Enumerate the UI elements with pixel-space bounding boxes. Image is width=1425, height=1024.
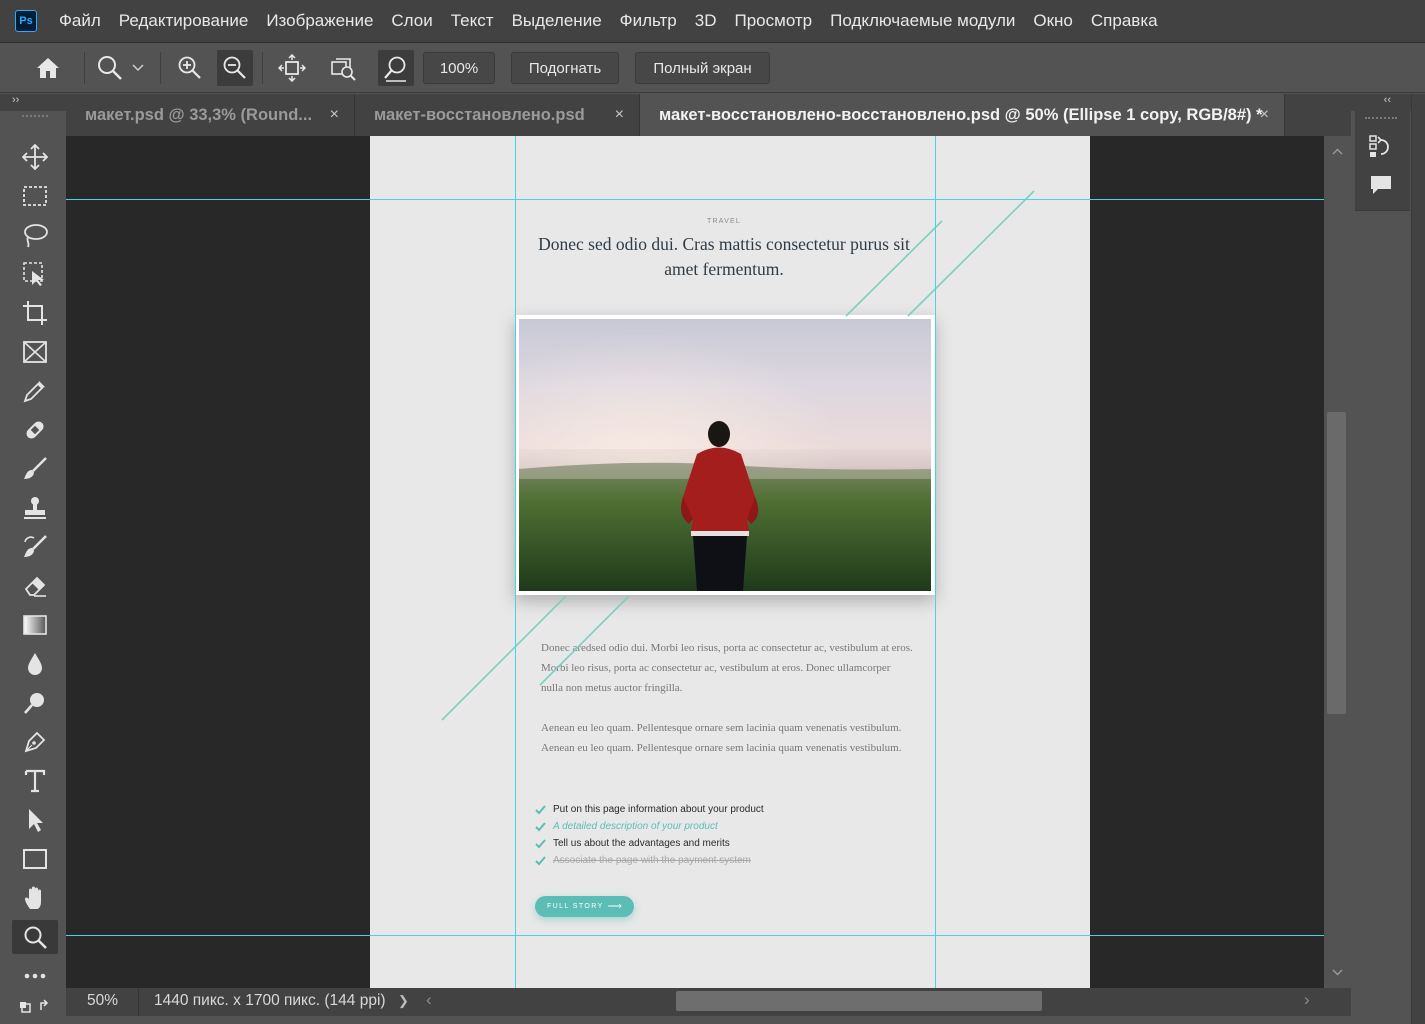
photoshop-logo: Ps — [15, 10, 37, 32]
more-tools-icon[interactable] — [12, 959, 58, 993]
fit-screen-button[interactable]: Подогнать — [511, 52, 619, 84]
guide-vertical — [935, 136, 936, 988]
tab-label: макет.psd @ 33,3% (Round... — [85, 105, 313, 124]
zoom-in-icon[interactable] — [172, 50, 208, 86]
frame-tool-icon[interactable] — [12, 335, 58, 369]
zoom-level[interactable]: 50% — [87, 992, 118, 1010]
rectangle-tool-icon[interactable] — [12, 842, 58, 876]
tools-panel — [10, 111, 60, 1024]
close-icon[interactable]: × — [615, 106, 624, 124]
menu-window[interactable]: Окно — [1033, 11, 1073, 31]
zoom-100-button[interactable]: 100% — [423, 52, 495, 84]
decorative-diagonal-lines — [441, 190, 1035, 721]
separator — [138, 988, 139, 1016]
scroll-down-icon[interactable] — [1332, 968, 1343, 976]
healing-brush-tool-icon[interactable] — [12, 413, 58, 447]
menu-type[interactable]: Текст — [451, 11, 494, 31]
document-dimensions: 1440 пикс. x 1700 пикс. (144 ppi) — [154, 992, 386, 1009]
menu-file[interactable]: Файл — [59, 11, 101, 31]
panel-grip — [22, 115, 48, 119]
zoom-out-icon[interactable] — [217, 50, 253, 86]
scroll-left-icon[interactable]: ‹ — [426, 990, 432, 1010]
history-icon[interactable] — [1367, 133, 1395, 161]
path-selection-tool-icon[interactable] — [12, 803, 58, 837]
panel-edge — [1411, 94, 1425, 1024]
toolbar-collapse-toggle[interactable]: ›› — [0, 94, 66, 111]
clone-stamp-tool-icon[interactable] — [12, 491, 58, 525]
eyedropper-tool-icon[interactable] — [12, 374, 58, 408]
lasso-tool-icon[interactable] — [12, 218, 58, 252]
vertical-scrollbar[interactable] — [1324, 136, 1351, 988]
separator — [160, 52, 161, 84]
guide-horizontal — [66, 199, 1324, 200]
scroll-right-icon[interactable]: › — [1304, 990, 1310, 1010]
marquee-tool-icon[interactable] — [12, 179, 58, 213]
close-icon[interactable]: × — [330, 106, 339, 124]
menu-filter[interactable]: Фильтр — [620, 11, 677, 31]
pen-tool-icon[interactable] — [12, 725, 58, 759]
zoom-tool-icon[interactable] — [12, 920, 58, 954]
comments-icon[interactable] — [1369, 173, 1393, 197]
move-tool-icon[interactable] — [12, 140, 58, 174]
menu-edit[interactable]: Редактирование — [119, 11, 249, 31]
zoom-tool-preset-icon[interactable] — [92, 50, 128, 86]
horizontal-scroll-thumb[interactable] — [676, 991, 1042, 1011]
menu-layers[interactable]: Слои — [391, 11, 432, 31]
tab-label: макет-восстановлено.psd — [374, 105, 585, 124]
separator — [84, 52, 85, 84]
right-panel-dock: ‹‹ — [1351, 94, 1425, 1024]
menu-select[interactable]: Выделение — [512, 11, 602, 31]
options-bar: 100% Подогнать Полный экран — [0, 44, 1425, 93]
panel-icons — [1355, 111, 1410, 211]
blur-tool-icon[interactable] — [12, 647, 58, 681]
zoom-all-windows-icon[interactable] — [325, 50, 361, 86]
menu-view[interactable]: Просмотр — [735, 11, 813, 31]
menu-3d[interactable]: 3D — [695, 11, 717, 31]
photoshop-window: Ps Файл Редактирование Изображение Слои … — [0, 0, 1425, 1024]
menu-plugins[interactable]: Подключаемые модули — [830, 11, 1015, 31]
crop-tool-icon[interactable] — [12, 296, 58, 330]
status-bar: 50% 1440 пикс. x 1700 пикс. (144 ppi) ❯ … — [66, 988, 1351, 1016]
chevron-down-icon[interactable] — [128, 50, 148, 86]
eraser-tool-icon[interactable] — [12, 569, 58, 603]
menu-image[interactable]: Изображение — [266, 11, 373, 31]
scroll-thumb[interactable] — [1327, 412, 1346, 714]
history-brush-tool-icon[interactable] — [12, 530, 58, 564]
menu-help[interactable]: Справка — [1091, 11, 1158, 31]
gradient-tool-icon[interactable] — [12, 608, 58, 642]
scrubby-zoom-icon[interactable] — [378, 50, 414, 86]
guide-vertical — [515, 136, 516, 988]
tab-maket-restored[interactable]: макет-восстановлено.psd × — [355, 94, 640, 136]
type-tool-icon[interactable] — [12, 764, 58, 798]
hand-tool-icon[interactable] — [12, 881, 58, 915]
panel-grip — [1365, 117, 1397, 121]
object-selection-tool-icon[interactable] — [12, 257, 58, 291]
document-tabs: макет.psd @ 33,3% (Round... × макет-восс… — [66, 94, 1351, 136]
brush-tool-icon[interactable] — [12, 452, 58, 486]
guide-horizontal — [66, 935, 1324, 936]
scroll-up-icon[interactable] — [1332, 148, 1343, 156]
home-icon[interactable] — [30, 50, 66, 86]
menu-bar: Ps Файл Редактирование Изображение Слои … — [0, 0, 1425, 43]
resize-windows-icon[interactable] — [274, 50, 310, 86]
canvas-area[interactable]: TRAVEL Donec sed odio dui. Cras mattis c… — [66, 136, 1324, 988]
separator — [262, 52, 263, 84]
tab-maket[interactable]: макет.psd @ 33,3% (Round... × — [66, 94, 355, 136]
fill-screen-button[interactable]: Полный экран — [635, 52, 770, 84]
close-icon[interactable]: × — [1260, 106, 1269, 124]
status-menu-arrow[interactable]: ❯ — [398, 993, 409, 1009]
panel-collapse-toggle[interactable]: ‹‹ — [1351, 94, 1411, 111]
dodge-tool-icon[interactable] — [12, 686, 58, 720]
tab-maket-restored-restored[interactable]: макет-восстановлено-восстановлено.psd @ … — [640, 94, 1285, 136]
swap-colors-icon[interactable] — [12, 995, 58, 1017]
tab-label: макет-восстановлено-восстановлено.psd @ … — [659, 105, 1263, 124]
